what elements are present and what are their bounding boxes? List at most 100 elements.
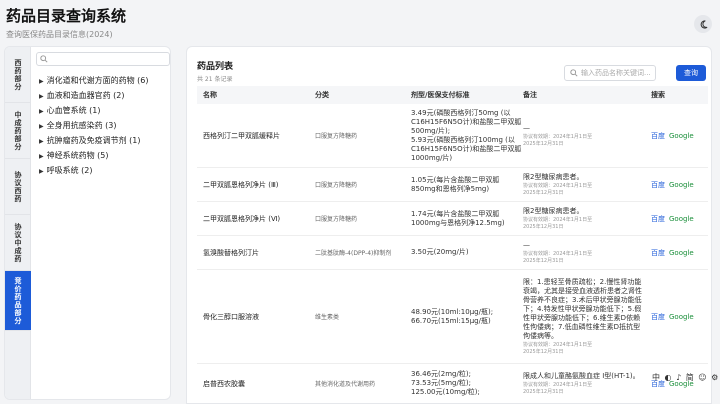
drug-list-panel: 药品列表 共 21 条记录 输入药品名称关键词... 查询 名称 分类 剂型/医… (186, 46, 712, 404)
note-line: 限2型糖尿病患者。 (523, 172, 584, 181)
search-links: 百度 Google (651, 131, 708, 141)
tree-search-input[interactable] (36, 52, 170, 66)
search-button[interactable]: 查询 (676, 65, 706, 81)
note-line: 限成人和儿童酪氨酸血症 Ⅰ型(HT-1)。 (523, 371, 640, 380)
table-row: 西格列汀二甲双胍缓释片 口服复方降糖药 3.49元(磷酸西格列汀50mg (以C16… (197, 104, 708, 168)
price-line: 125.00元(10mg/粒); (411, 388, 480, 396)
table-row: 二甲双胍恩格列净片 (Ⅲ) 口服复方降糖药 1.05元(每片含盐酸二甲双胍850mg… (197, 168, 708, 202)
table-row: 氢溴酸替格列汀片 二肽基肽酶-4(DPP-4)抑制剂 3.50元(20mg/片) — 协… (197, 236, 708, 270)
drug-name: 西格列汀二甲双胍缓释片 (203, 131, 280, 140)
ime-toolbar[interactable]: 中 ◐ ♪ 简 ☺ ⚙ ⊞ ⋮ (652, 372, 720, 383)
meta-line: 协议有效期：2024年1月1日至 (523, 250, 593, 257)
drug-price: 3.50元(20mg/片) (411, 248, 523, 257)
expand-arrow-icon[interactable]: ▶ (39, 153, 44, 160)
baidu-link[interactable]: 百度 (651, 313, 665, 321)
drug-price: 36.46元(2mg/粒); 73.53元(5mg/粒); 125.00元(10mg… (411, 370, 523, 397)
section-tab-4[interactable]: 竞价药品部分 (5, 271, 31, 331)
search-links: 百度 Google (651, 312, 708, 322)
drug-name: 氢溴酸替格列汀片 (203, 248, 259, 257)
drug-category: 口服复方降糖药 (315, 216, 358, 223)
tree-item[interactable]: ▶ 神经系统药物 (5) (39, 148, 149, 163)
price-line: 48.90元(10ml:10μg/瓶); (411, 307, 494, 316)
agreement-period: 协议有效期：2024年1月1日至 2025年12月31日 (523, 217, 647, 231)
tree-item-label: 抗肿瘤药及免疫调节剂 (1) (46, 136, 141, 145)
list-title: 药品列表 (197, 62, 234, 72)
tree-item-label: 呼吸系统 (2) (46, 166, 93, 175)
theme-toggle-button[interactable] (694, 15, 712, 33)
google-link[interactable]: Google (669, 313, 694, 321)
meta-line: 2025年12月31日 (523, 348, 564, 355)
note-line: 限：1.患轻至骨质疏松；2.慢性肾功能衰竭，尤其是接受血液透析患者之肾性骨营养不… (523, 277, 642, 340)
section-tab-label: 协议西药 (14, 170, 22, 203)
meta-line: 2025年12月31日 (523, 189, 564, 196)
meta-line: 协议有效期：2024年1月1日至 (523, 182, 593, 189)
meta-line: 2025年12月31日 (523, 223, 564, 230)
table-row: 启普西农胶囊 其他消化道及代谢用药 36.46元(2mg/粒); 73.53元(5mg… (197, 364, 708, 403)
section-tab-label: 中成药部分 (14, 110, 22, 151)
search-links: 百度 Google (651, 248, 708, 258)
expand-arrow-icon[interactable]: ▶ (39, 138, 44, 145)
page-title: 药品目录查询系统 (6, 7, 127, 25)
price-line: 66.70元(15ml:15μg/瓶) (411, 316, 491, 325)
tree-item[interactable]: ▶ 血液和造血器官药 (2) (39, 88, 149, 103)
google-link[interactable]: Google (669, 249, 694, 257)
agreement-period: 协议有效期：2024年1月1日至 2025年12月31日 (523, 183, 647, 197)
drug-note: — 协议有效期：2024年1月1日至 2025年12月31日 (523, 241, 651, 265)
drug-category: 其他消化道及代谢用药 (315, 381, 376, 388)
drug-category: 口服复方降糖药 (315, 182, 358, 189)
expand-arrow-icon[interactable]: ▶ (39, 168, 44, 175)
drug-note: 限2型糖尿病患者。协议有效期：2024年1月1日至 2025年12月31日 (523, 207, 651, 231)
section-tab-2[interactable]: 协议西药 (5, 159, 31, 215)
page-subtitle: 查询医保药品目录信息(2024) (6, 30, 113, 39)
expand-arrow-icon[interactable]: ▶ (39, 93, 44, 100)
price-line: 3.49元(磷酸西格列汀50mg (以C16H15F6N5O计)和盐酸二甲双胍5… (411, 108, 522, 135)
section-tab-1[interactable]: 中成药部分 (5, 103, 31, 159)
google-link[interactable]: Google (669, 215, 694, 223)
tree-item[interactable]: ▶ 全身用抗感染药 (3) (39, 118, 149, 133)
tree-item[interactable]: ▶ 抗肿瘤药及免疫调节剂 (1) (39, 133, 149, 148)
section-tabs: 西药部分中成药部分协议西药协议中成药 竞价药品部分 (5, 47, 31, 399)
section-tab-3[interactable]: 协议中成药 (5, 215, 31, 271)
baidu-link[interactable]: 百度 (651, 132, 665, 140)
drug-name: 骨化三醇口服溶液 (203, 312, 259, 321)
category-panel: 西药部分中成药部分协议西药协议中成药 竞价药品部分 ▶ 消化道和代谢方面的药物 (6… (4, 46, 171, 400)
price-line: 73.53元(5mg/粒); (411, 379, 471, 387)
search-placeholder: 输入药品名称关键词... (581, 69, 651, 77)
price-line: 36.46元(2mg/粒); (411, 370, 471, 378)
search-links: 百度 Google (651, 180, 708, 190)
expand-arrow-icon[interactable]: ▶ (39, 123, 44, 130)
tree-item[interactable]: ▶ 消化道和代谢方面的药物 (6) (39, 73, 149, 88)
tree-item-label: 心血管系统 (1) (46, 106, 101, 115)
tree-item[interactable]: ▶ 心血管系统 (1) (39, 103, 149, 118)
price-line: 1.05元(每片含盐酸二甲双胍850mg和恩格列净5mg) (411, 175, 500, 193)
google-link[interactable]: Google (669, 181, 694, 189)
column-header-name: 名称 (203, 91, 217, 99)
table-row: 二甲双胍恩格列净片 (Ⅵ) 口服复方降糖药 1.74元(每片含盐酸二甲双胍1000m… (197, 202, 708, 236)
tree-item[interactable]: ▶ 呼吸系统 (2) (39, 163, 149, 178)
meta-line: 2025年12月31日 (523, 388, 564, 395)
section-tab-0[interactable]: 西药部分 (5, 47, 31, 103)
price-line: 1.74元(每片含盐酸二甲双胍1000mg与恩格列净12.5mg) (411, 209, 505, 227)
drug-name: 启普西农胶囊 (203, 379, 245, 388)
table-header: 名称 分类 剂型/医保支付标准 备注 搜索 (197, 86, 708, 104)
drug-note: 限成人和儿童酪氨酸血症 Ⅰ型(HT-1)。 协议有效期：2024年1月1日至 202… (523, 372, 651, 396)
drug-search-input[interactable]: 输入药品名称关键词... (564, 65, 656, 81)
drug-price: 1.74元(每片含盐酸二甲双胍1000mg与恩格列净12.5mg) (411, 210, 523, 228)
search-icon (570, 69, 578, 77)
drug-note: 限2型糖尿病患者。 协议有效期：2024年1月1日至 2025年12月31日 (523, 173, 651, 197)
baidu-link[interactable]: 百度 (651, 181, 665, 189)
meta-line: 协议有效期：2024年1月1日至 (523, 133, 593, 140)
tree-item-label: 神经系统药物 (5) (46, 151, 109, 160)
note-line: 限2型糖尿病患者。 (523, 206, 584, 215)
meta-line: 协议有效期：2024年1月1日至 (523, 381, 593, 388)
baidu-link[interactable]: 百度 (651, 249, 665, 257)
baidu-link[interactable]: 百度 (651, 215, 665, 223)
expand-arrow-icon[interactable]: ▶ (39, 108, 44, 115)
agreement-period: 协议有效期：2024年1月1日至 2025年12月31日 (523, 134, 647, 148)
drug-note: — 协议有效期：2024年1月1日至 2025年12月31日 (523, 124, 651, 148)
section-tab-label: 西药部分 (14, 58, 22, 91)
price-line: 5.93元(磷酸西格列汀100mg (以C16H15F6N5O计)和盐酸二甲双胍… (411, 135, 522, 162)
expand-arrow-icon[interactable]: ▶ (39, 78, 44, 85)
note-line: — (523, 240, 530, 249)
google-link[interactable]: Google (669, 132, 694, 140)
